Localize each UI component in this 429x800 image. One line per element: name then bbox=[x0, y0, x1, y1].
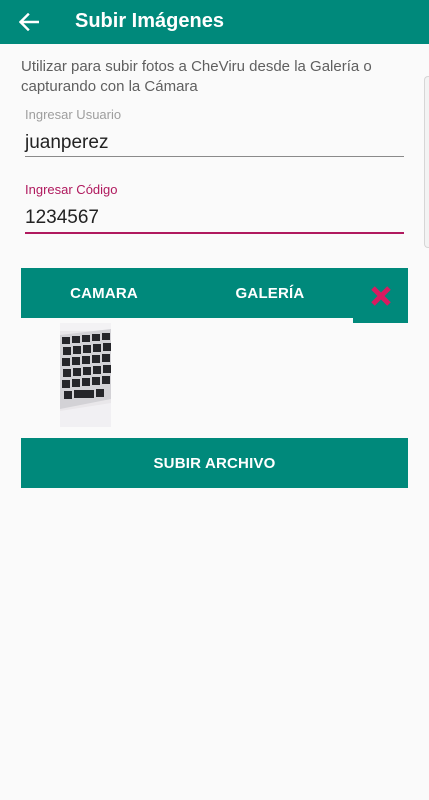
edge-scroll-indicator bbox=[424, 76, 429, 248]
username-underline bbox=[25, 156, 404, 157]
username-input[interactable]: juanperez bbox=[25, 131, 108, 155]
code-input[interactable]: 1234567 bbox=[25, 206, 99, 230]
clear-button[interactable] bbox=[353, 268, 408, 323]
description-text: Utilizar para subir fotos a CheViru desd… bbox=[21, 58, 372, 95]
upload-button[interactable]: SUBIR ARCHIVO bbox=[21, 438, 408, 488]
close-x-icon bbox=[370, 285, 391, 306]
username-label: Ingresar Usuario bbox=[25, 107, 122, 122]
image-thumbnail[interactable] bbox=[60, 323, 111, 427]
username-field[interactable]: Ingresar Usuario juanperez bbox=[25, 107, 404, 159]
arrow-left-icon bbox=[19, 13, 39, 31]
gallery-button[interactable]: GALERÍA bbox=[187, 268, 353, 318]
code-label: Ingresar Código bbox=[25, 182, 118, 197]
keyboard-photo-image bbox=[60, 323, 111, 427]
camera-button[interactable]: CAMARA bbox=[21, 268, 187, 318]
code-underline bbox=[25, 232, 404, 234]
back-button[interactable] bbox=[12, 6, 46, 38]
page-title: Subir Imágenes bbox=[75, 10, 224, 32]
code-field[interactable]: Ingresar Código 1234567 bbox=[25, 182, 404, 236]
app-bar: Subir Imágenes bbox=[0, 0, 429, 44]
